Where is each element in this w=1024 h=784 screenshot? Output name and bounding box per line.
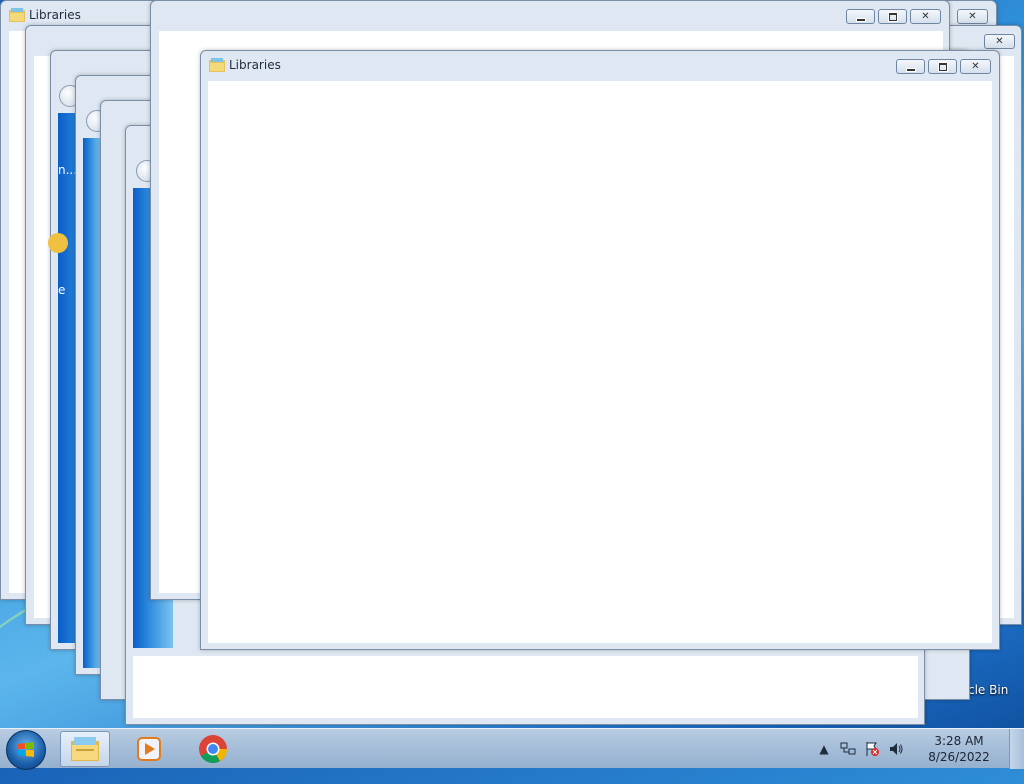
close-button[interactable]: ✕ — [960, 59, 991, 74]
windows-logo-icon — [18, 742, 34, 757]
libraries-folder-icon — [209, 58, 225, 72]
close-button[interactable]: ✕ — [984, 34, 1015, 49]
window-content — [208, 81, 992, 643]
window-libraries-front[interactable]: Libraries ✕ — [200, 50, 1000, 650]
volume-icon[interactable] — [887, 740, 905, 758]
minimize-button[interactable] — [846, 9, 875, 24]
window-content — [83, 138, 101, 668]
minimize-button[interactable] — [896, 59, 925, 74]
taskbar: ▲ 3:28 AM 8/26/2022 — [0, 728, 1024, 770]
start-button[interactable] — [6, 730, 46, 770]
clock-time: 3:28 AM — [934, 734, 984, 748]
media-player-icon — [137, 737, 161, 761]
maximize-button[interactable] — [878, 9, 907, 24]
taskbar-item-windows-media-player[interactable] — [124, 731, 174, 767]
sidebar-text: e — [58, 283, 66, 297]
clock[interactable]: 3:28 AM 8/26/2022 — [924, 733, 994, 765]
close-button[interactable]: ✕ — [957, 9, 988, 24]
chrome-icon — [199, 735, 227, 763]
clock-date: 8/26/2022 — [928, 750, 990, 764]
close-button[interactable]: ✕ — [910, 9, 941, 24]
libraries-folder-icon — [9, 8, 25, 22]
network-icon[interactable] — [839, 740, 857, 758]
action-center-icon[interactable] — [863, 740, 881, 758]
windows-explorer-icon — [71, 737, 99, 761]
taskbar-item-windows-explorer[interactable] — [60, 731, 110, 767]
system-tray: ▲ 3:28 AM 8/26/2022 — [812, 729, 994, 769]
show-hidden-icons-icon[interactable]: ▲ — [815, 740, 833, 758]
user-icon — [48, 233, 68, 253]
maximize-button[interactable] — [928, 59, 957, 74]
show-desktop-button[interactable] — [1009, 729, 1024, 769]
window-title: Libraries — [29, 8, 81, 22]
recycle-bin-label[interactable]: cle Bin — [968, 683, 1008, 697]
window-titlebar[interactable]: Libraries — [201, 51, 999, 79]
taskbar-item-google-chrome[interactable] — [188, 731, 238, 767]
window-content — [133, 656, 918, 718]
desktop: cle Bin Libraries ✕ ✕ n... e ✕ Libraries… — [0, 0, 1024, 784]
window-title: Libraries — [229, 58, 281, 72]
